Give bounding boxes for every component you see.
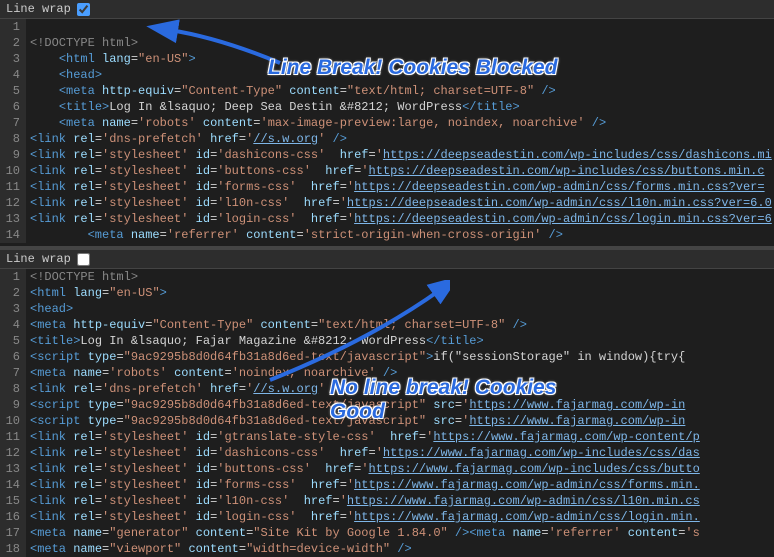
line-wrap-label: Line wrap [6,252,71,266]
code-line[interactable]: <head> [30,67,774,83]
code-line[interactable]: <link rel='dns-prefetch' href='//s.w.org… [30,131,774,147]
code-line[interactable]: <meta http-equiv="Content-Type" content=… [30,317,774,333]
code-content-top[interactable]: <!DOCTYPE html> <html lang="en-US"> <hea… [26,19,774,243]
code-line[interactable]: <script type="9ac9295b8d0d64fb31a8d6ed-t… [30,413,774,429]
code-line[interactable]: <link rel='stylesheet' id='forms-css' hr… [30,477,774,493]
code-line[interactable]: <meta name='robots' content='noindex, no… [30,365,774,381]
code-area-top[interactable]: 1234567 891011121314 <!DOCTYPE html> <ht… [0,19,774,243]
code-line[interactable]: <meta name="generator" content="Site Kit… [30,525,774,541]
source-panel-cookies-good: Line wrap 1234567 891011121314 15161718 … [0,250,774,557]
line-wrap-label: Line wrap [6,2,71,16]
code-line[interactable]: <meta http-equiv="Content-Type" content=… [30,83,774,99]
code-line[interactable]: <link rel='stylesheet' id='buttons-css' … [30,461,774,477]
code-line[interactable] [30,19,774,35]
code-line[interactable]: <html lang="en-US"> [30,51,774,67]
code-line[interactable]: <head> [30,301,774,317]
code-line[interactable]: <link rel='stylesheet' id='login-css' hr… [30,509,774,525]
code-line[interactable]: <meta name='referrer' content='strict-or… [30,227,774,243]
code-line[interactable]: <link rel='stylesheet' id='login-css' hr… [30,211,774,227]
code-line[interactable]: <link rel='stylesheet' id='l10n-css' hre… [30,493,774,509]
gutter-top: 1234567 891011121314 [0,19,26,243]
panel-header: Line wrap [0,0,774,19]
code-line[interactable]: <meta name='robots' content='max-image-p… [30,115,774,131]
source-panel-cookies-blocked: Line wrap 1234567 891011121314 <!DOCTYPE… [0,0,774,246]
gutter-bottom: 1234567 891011121314 15161718 [0,269,26,557]
code-line[interactable]: <script type="9ac9295b8d0d64fb31a8d6ed-t… [30,349,774,365]
code-line[interactable]: <link rel='stylesheet' id='dashicons-css… [30,445,774,461]
code-line[interactable]: <html lang="en-US"> [30,285,774,301]
code-area-bottom[interactable]: 1234567 891011121314 15161718 <!DOCTYPE … [0,269,774,557]
code-line[interactable]: <link rel='stylesheet' id='forms-css' hr… [30,179,774,195]
code-line[interactable]: <script type="9ac9295b8d0d64fb31a8d6ed-t… [30,397,774,413]
code-line[interactable]: <meta name="viewport" content="width=dev… [30,541,774,557]
panel-header: Line wrap [0,250,774,269]
code-line[interactable]: <title>Log In &lsaquo; Fajar Magazine &#… [30,333,774,349]
code-line[interactable]: <link rel='stylesheet' id='dashicons-css… [30,147,774,163]
code-line[interactable]: <link rel='stylesheet' id='gtranslate-st… [30,429,774,445]
code-content-bottom[interactable]: <!DOCTYPE html><html lang="en-US"><head>… [26,269,774,557]
code-line[interactable]: <link rel='stylesheet' id='buttons-css' … [30,163,774,179]
code-line[interactable]: <link rel='stylesheet' id='l10n-css' hre… [30,195,774,211]
code-line[interactable]: <!DOCTYPE html> [30,269,774,285]
code-line[interactable]: <!DOCTYPE html> [30,35,774,51]
line-wrap-checkbox-bottom[interactable] [77,253,90,266]
line-wrap-checkbox-top[interactable] [77,3,90,16]
code-line[interactable]: <link rel='dns-prefetch' href='//s.w.org… [30,381,774,397]
code-line[interactable]: <title>Log In &lsaquo; Deep Sea Destin &… [30,99,774,115]
